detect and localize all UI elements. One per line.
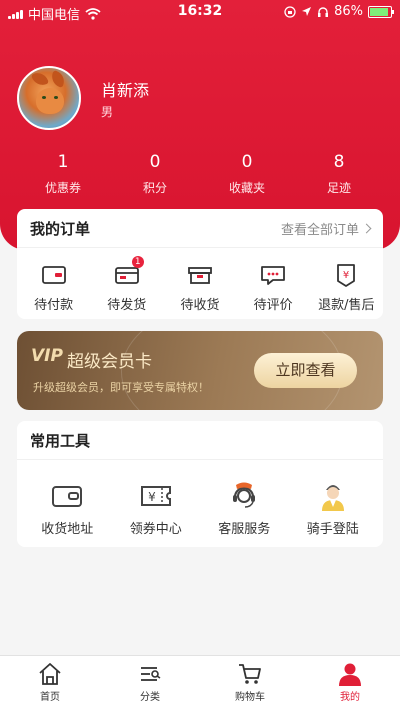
tool-label: 领券中心 [129, 522, 182, 537]
order-label: 待发货 [107, 298, 147, 313]
vip-subtitle: 升级超级会员，即可享受专属特权！ [33, 381, 209, 394]
tool-label: 骑手登陆 [306, 522, 359, 537]
customer-service-icon [233, 482, 256, 508]
chevron-right-icon [361, 223, 372, 233]
tool-rider-login[interactable]: 骑手登陆 [291, 478, 375, 537]
stat-value: 8 [333, 152, 345, 172]
order-label: 待评价 [253, 298, 293, 313]
rider-icon [321, 485, 344, 511]
order-refund[interactable]: ¥ 退款/售后 [311, 262, 381, 313]
wallet-icon [41, 266, 66, 284]
tool-customer-service[interactable]: 客服服务 [202, 478, 286, 537]
tool-coupon-center[interactable]: ¥ 领券中心 [114, 478, 198, 537]
tools-title: 常用工具 [30, 431, 91, 450]
tab-profile[interactable]: 我的 [300, 656, 400, 710]
vip-title: 超级会员卡 [67, 352, 152, 372]
stat-label: 积分 [142, 181, 167, 195]
status-bar: 中国电信 16:32 86% [0, 0, 400, 24]
cart-icon [239, 664, 261, 684]
stat-coupons[interactable]: 1 优惠券 [17, 152, 109, 196]
tool-label: 收货地址 [41, 522, 94, 537]
svg-text:¥: ¥ [148, 490, 156, 504]
stat-points[interactable]: 0 积分 [109, 152, 201, 196]
order-label: 待收货 [180, 298, 220, 313]
coupon-icon: ¥ [140, 486, 171, 506]
order-badge: 1 [131, 256, 144, 268]
vip-view-button[interactable]: 立即查看 [254, 353, 357, 388]
stat-label: 足迹 [326, 181, 351, 195]
order-label: 待付款 [34, 298, 74, 313]
vip-banner[interactable]: VIP 超级会员卡 升级超级会员，即可享受专属特权！ 立即查看 [17, 331, 383, 410]
battery-icon [368, 5, 394, 18]
bottom-tab-bar: 首页 分类 购物车 我的 [0, 655, 400, 710]
category-icon [141, 667, 161, 681]
stat-label: 收藏夹 [228, 181, 265, 195]
battery-percent: 86% [334, 4, 363, 19]
order-pending-payment[interactable]: 待付款 [19, 262, 89, 313]
headphones-icon [318, 6, 329, 17]
tab-label: 分类 [140, 692, 160, 703]
location-icon [302, 7, 312, 16]
stat-label: 优惠券 [44, 181, 81, 195]
refund-icon: ¥ [337, 264, 356, 287]
tab-home[interactable]: 首页 [0, 656, 100, 710]
stats-row: 1 优惠券 0 积分 0 收藏夹 8 足迹 [0, 152, 400, 196]
orders-card: 我的订单 查看全部订单 待付款 1 待发货 待收货 待评价 ¥ 退款/售后 [17, 209, 383, 319]
user-gender: 男 [101, 105, 114, 119]
order-pending-review[interactable]: 待评价 [238, 262, 308, 313]
avatar[interactable] [17, 66, 81, 130]
tab-label: 购物车 [235, 692, 265, 703]
view-all-orders-label: 查看全部订单 [280, 222, 359, 238]
box-icon [188, 267, 212, 284]
user-name[interactable]: 肖新添 [101, 77, 149, 101]
tool-address[interactable]: 收货地址 [25, 478, 109, 537]
order-label: 退款/售后 [318, 298, 375, 313]
tab-category[interactable]: 分类 [100, 656, 200, 710]
tool-label: 客服服务 [218, 522, 271, 537]
tools-card: 常用工具 收货地址 ¥ 领券中心 客服服务 骑手登陆 [17, 421, 383, 547]
address-wallet-icon [52, 486, 83, 507]
stat-footprints[interactable]: 8 足迹 [293, 152, 385, 196]
lock-rotation-icon [284, 5, 296, 18]
tab-label: 首页 [40, 692, 60, 703]
stat-value: 1 [57, 152, 69, 172]
svg-text:¥: ¥ [343, 270, 349, 281]
view-all-orders-link[interactable]: 查看全部订单 [280, 219, 372, 238]
comment-icon [261, 266, 286, 285]
profile-icon [339, 663, 361, 686]
tab-cart[interactable]: 购物车 [200, 656, 300, 710]
order-pending-shipment[interactable]: 1 待发货 [92, 256, 162, 313]
stat-value: 0 [149, 152, 161, 172]
orders-title: 我的订单 [30, 219, 91, 238]
order-pending-receipt[interactable]: 待收货 [165, 262, 235, 313]
stat-favorites[interactable]: 0 收藏夹 [201, 152, 293, 196]
home-icon [39, 663, 61, 685]
tab-label: 我的 [340, 692, 360, 703]
vip-logo: VIP [31, 346, 63, 366]
stat-value: 0 [241, 152, 253, 172]
